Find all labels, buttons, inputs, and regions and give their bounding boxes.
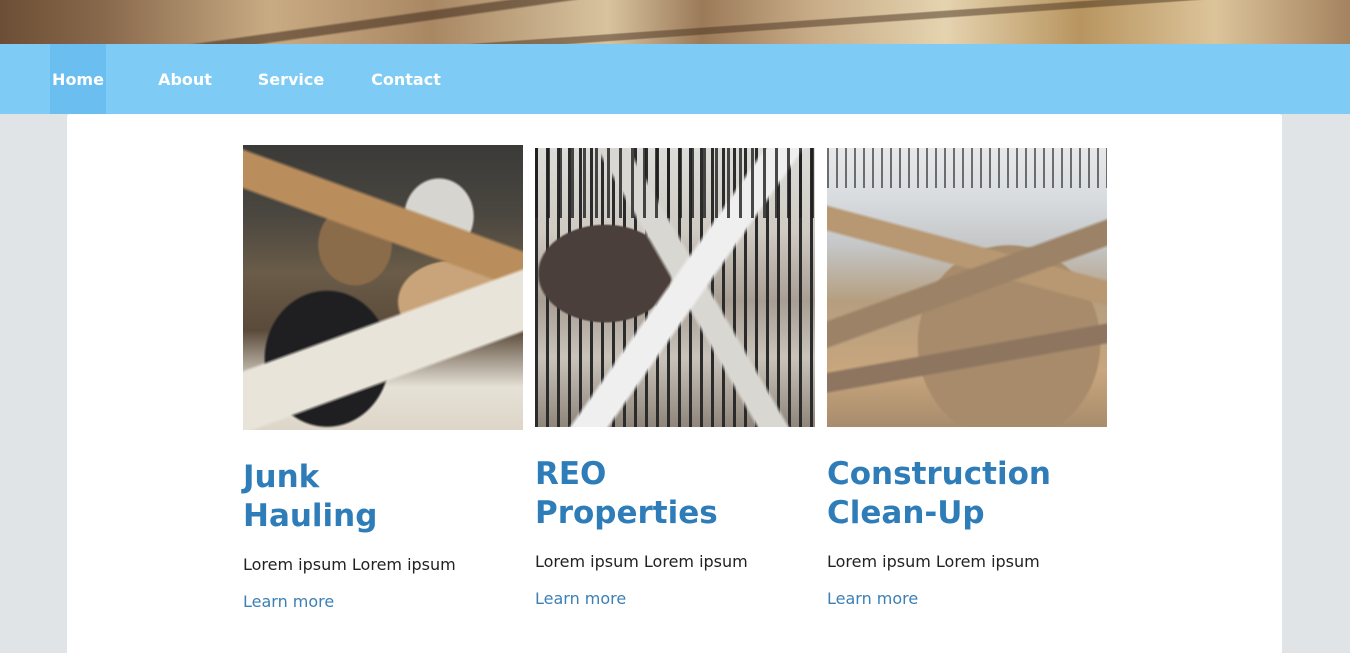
card-description: Lorem ipsum Lorem ipsum [243, 555, 456, 574]
card-description: Lorem ipsum Lorem ipsum [535, 552, 748, 571]
card-title: Junk Hauling [243, 459, 378, 534]
card-title: REO Properties [535, 456, 718, 531]
junk-hauling-photo [243, 145, 523, 430]
railing-detail [827, 148, 1107, 188]
learn-more-link[interactable]: Learn more [827, 589, 918, 608]
construction-cleanup-photo [827, 148, 1107, 427]
nav-service[interactable]: Service [256, 44, 326, 114]
nav-about[interactable]: About [155, 44, 215, 114]
nav-contact[interactable]: Contact [368, 44, 444, 114]
service-card-construction-cleanup: Construction Clean-Up Lorem ipsum Lorem … [827, 148, 1107, 618]
main-navigation: Home About Service Contact [0, 44, 1350, 114]
nav-home[interactable]: Home [50, 44, 106, 114]
service-card-junk-hauling: Junk Hauling Lorem ipsum Lorem ipsum Lea… [243, 145, 523, 615]
card-title: Construction Clean-Up [827, 456, 1051, 531]
learn-more-link[interactable]: Learn more [243, 592, 334, 611]
card-description: Lorem ipsum Lorem ipsum [827, 552, 1040, 571]
learn-more-link[interactable]: Learn more [535, 589, 626, 608]
main-content: Junk Hauling Lorem ipsum Lorem ipsum Lea… [67, 114, 1282, 653]
hero-banner-image [0, 0, 1350, 44]
service-card-reo-properties: REO Properties Lorem ipsum Lorem ipsum L… [535, 148, 815, 618]
fence-detail [535, 148, 815, 218]
reo-properties-photo [535, 148, 815, 427]
